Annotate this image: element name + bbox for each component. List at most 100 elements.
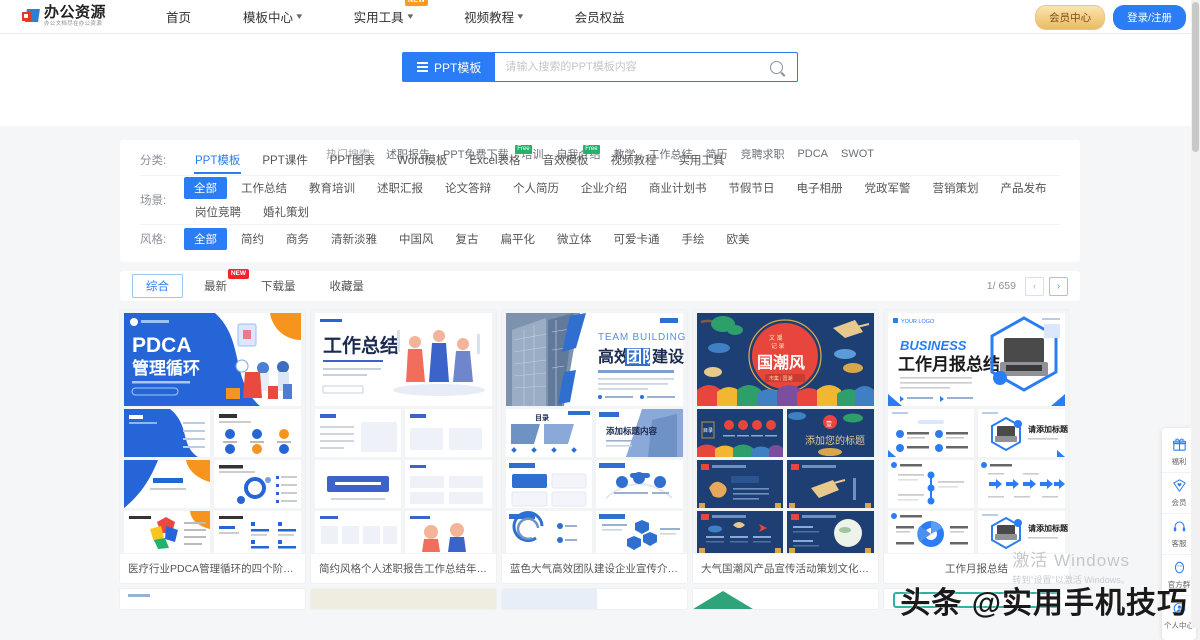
nav-item-tools[interactable]: 实用工具 ▾ NEW <box>354 7 413 26</box>
hot-keyword[interactable]: PDCA <box>797 148 828 160</box>
chevron-down-icon: ▾ <box>517 11 523 22</box>
next-page-button[interactable]: › <box>1049 277 1068 296</box>
svg-text:目录: 目录 <box>535 414 549 422</box>
svg-text:YOUR LOGO: YOUR LOGO <box>901 319 935 325</box>
scene-option[interactable]: 教育培训 <box>298 176 366 200</box>
sort-comprehensive[interactable]: 综合 <box>132 274 183 298</box>
svg-text:PDCA: PDCA <box>132 334 192 357</box>
template-card[interactable] <box>311 589 496 609</box>
scene-option[interactable]: 企业介绍 <box>570 176 638 200</box>
site-logo[interactable]: 办公资源 办公文档尽在办公资源 <box>22 5 106 28</box>
style-option[interactable]: 扁平化 <box>490 227 547 251</box>
sort-favorites[interactable]: 收藏量 <box>317 275 378 297</box>
style-option[interactable]: 中国风 <box>388 227 445 251</box>
scene-option[interactable]: 述职汇报 <box>366 176 434 200</box>
svg-text:记 录: 记 录 <box>771 342 785 350</box>
logo-subtitle: 办公文档尽在办公资源 <box>44 22 106 28</box>
svg-text:TEAM BUILDING: TEAM BUILDING <box>598 332 686 343</box>
svg-text:目录: 目录 <box>703 427 713 434</box>
filter-option-ppt-chart[interactable]: PPT图表 <box>319 148 386 172</box>
template-card[interactable] <box>120 589 305 609</box>
scene-option[interactable]: 节假节日 <box>718 176 786 200</box>
thumbnail-art-pdca: PDCA 管理循环 <box>120 310 305 554</box>
filter-option-tools[interactable]: 实用工具 <box>668 148 736 172</box>
template-title: 大气国潮风产品宣传活动策划文化潮... <box>693 554 878 583</box>
page-scrollbar-thumb[interactable] <box>1192 2 1199 152</box>
pagination: 1/ 659 ‹ › <box>987 271 1068 301</box>
filter-option-ppt-courseware[interactable]: PPT课件 <box>251 148 318 172</box>
style-option[interactable]: 可爱卡通 <box>603 227 671 251</box>
filter-option-excel-sheet[interactable]: Excel表格 Free <box>458 148 531 172</box>
new-badge: NEW <box>405 0 428 6</box>
scene-option[interactable]: 产品发布 <box>990 176 1058 200</box>
style-option[interactable]: 简约 <box>230 227 275 251</box>
style-option[interactable]: 手绘 <box>671 227 716 251</box>
template-thumbnail-partial <box>120 589 305 609</box>
template-card[interactable]: 工作总结 <box>311 310 496 583</box>
scene-option[interactable]: 论文答辩 <box>434 176 502 200</box>
scene-option-all[interactable]: 全部 <box>184 177 227 199</box>
scene-option[interactable]: 工作总结 <box>230 176 298 200</box>
template-title: 简约风格个人述职报告工作总结年度... <box>311 554 496 583</box>
scene-option[interactable]: 婚礼策划 <box>252 200 320 224</box>
svg-text:BUSINESS: BUSINESS <box>900 338 967 353</box>
page-scrollbar-track[interactable] <box>1191 0 1200 628</box>
thumbnail-art-team-building: TEAM BUILDING 高效 团队 建设 目录 <box>502 310 687 554</box>
template-grid-row2 <box>120 589 1080 609</box>
style-option-all[interactable]: 全部 <box>184 228 227 250</box>
template-card[interactable]: PDCA 管理循环 <box>120 310 305 583</box>
style-option[interactable]: 微立体 <box>546 227 603 251</box>
template-card[interactable] <box>502 589 687 609</box>
filter-row-scene: 场景: 全部 工作总结 教育培训 述职汇报 论文答辩 个人简历 企业介绍 商业计… <box>140 175 1060 224</box>
template-card[interactable]: 文 潮 记 录 国潮风 市集 | 国潮 <box>693 310 878 583</box>
hot-keyword[interactable]: SWOT <box>841 148 874 160</box>
template-card[interactable] <box>693 589 878 609</box>
search-button[interactable] <box>755 53 797 81</box>
sort-newest[interactable]: 最新 NEW <box>191 275 240 297</box>
filter-key: 场景: <box>140 192 184 208</box>
template-card[interactable]: YOUR LOGO BUSINESS 工作月报总结 <box>884 310 1069 583</box>
nav-label: 视频教程 <box>464 7 514 26</box>
filter-option-video-tutorial[interactable]: 视频教程 <box>600 148 668 172</box>
page-indicator: 1/ 659 <box>987 280 1016 292</box>
template-thumbnail: 文 潮 记 录 国潮风 市集 | 国潮 <box>693 310 878 554</box>
style-option[interactable]: 欧美 <box>716 227 761 251</box>
search-input[interactable] <box>495 53 755 81</box>
vip-center-button[interactable]: 会员中心 <box>1035 5 1105 30</box>
filter-option-word-template[interactable]: Word模板 <box>386 148 458 172</box>
template-card[interactable] <box>884 589 1069 609</box>
scene-option[interactable]: 电子相册 <box>786 176 854 200</box>
filter-key: 风格: <box>140 231 184 247</box>
filter-option-ppt-template[interactable]: PPT模板 <box>184 148 251 172</box>
style-option[interactable]: 复古 <box>445 227 490 251</box>
prev-page-button[interactable]: ‹ <box>1025 277 1044 296</box>
template-thumbnail-partial <box>693 589 878 609</box>
thumbnail-art-monthly-report: YOUR LOGO BUSINESS 工作月报总结 <box>884 310 1069 554</box>
main-nav: 首页 模板中心 ▾ 实用工具 ▾ NEW 视频教程 ▾ 会员权益 <box>166 7 677 26</box>
thumbnail-art-work-summary: 工作总结 <box>311 310 496 554</box>
nav-item-member-benefits[interactable]: 会员权益 <box>575 7 625 26</box>
svg-text:添加您的标题: 添加您的标题 <box>805 434 865 447</box>
scene-option[interactable]: 岗位竞聘 <box>184 200 252 224</box>
filter-option-audio-template[interactable]: 音效模板 Free <box>532 148 600 172</box>
template-thumbnail: PDCA 管理循环 <box>120 310 305 554</box>
template-thumbnail: 工作总结 <box>311 310 496 554</box>
template-title: 医疗行业PDCA管理循环的四个阶段质... <box>120 554 305 583</box>
scene-option[interactable]: 个人简历 <box>502 176 570 200</box>
filter-option-label: Excel表格 <box>469 155 520 167</box>
site-header: 办公资源 办公文档尽在办公资源 首页 模板中心 ▾ 实用工具 ▾ NEW 视频教… <box>0 0 1200 34</box>
sort-downloads[interactable]: 下载量 <box>248 275 309 297</box>
hot-keyword[interactable]: 竞聘求职 <box>740 146 784 162</box>
nav-item-home[interactable]: 首页 <box>166 7 191 26</box>
style-option[interactable]: 商务 <box>275 227 320 251</box>
login-register-button[interactable]: 登录/注册 <box>1113 5 1186 30</box>
nav-item-template-center[interactable]: 模板中心 ▾ <box>243 7 302 26</box>
search-category-selector[interactable]: PPT模板 <box>403 53 495 81</box>
nav-item-video-tutorial[interactable]: 视频教程 ▾ <box>464 7 523 26</box>
scene-option[interactable]: 党政军警 <box>854 176 922 200</box>
style-option[interactable]: 清新淡雅 <box>320 227 388 251</box>
scene-option[interactable]: 商业计划书 <box>638 176 718 200</box>
cube-logo-icon <box>22 8 40 25</box>
template-card[interactable]: TEAM BUILDING 高效 团队 建设 目录 <box>502 310 687 583</box>
scene-option[interactable]: 营销策划 <box>922 176 990 200</box>
